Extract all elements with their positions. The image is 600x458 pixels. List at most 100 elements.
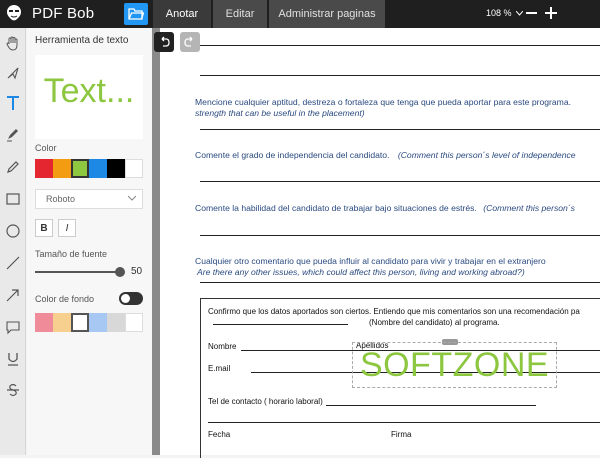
document-viewer: Mencione cualquier aptitud, destreza o f… <box>152 28 600 458</box>
rectangle-icon <box>6 193 20 205</box>
arrow-icon <box>6 289 19 302</box>
candidate-name-line <box>213 324 348 325</box>
font-size-value: 50 <box>131 266 143 277</box>
line-icon <box>6 256 20 270</box>
undo-icon <box>161 36 170 47</box>
tab-editar[interactable]: Editar <box>213 0 267 28</box>
bob-logo-icon <box>2 2 26 26</box>
highlighter-tool-button[interactable] <box>2 123 24 145</box>
question-1-en: strength that can be useful in the place… <box>195 108 365 118</box>
toggle-knob <box>121 294 130 303</box>
bold-button[interactable]: B <box>35 219 53 237</box>
line-tool-button[interactable] <box>2 252 24 274</box>
font-size-label: Tamaño de fuente <box>35 249 108 259</box>
answer-line <box>200 129 600 130</box>
select-arrow-icon <box>7 67 19 80</box>
bg-swatch-yellow[interactable] <box>53 313 71 332</box>
undo-button[interactable] <box>154 32 174 52</box>
zoom-level[interactable]: 108 % <box>486 8 524 18</box>
telefono-line <box>326 405 536 406</box>
answer-line <box>200 181 600 182</box>
color-swatch-red[interactable] <box>35 159 53 178</box>
preview-text: Text... <box>43 72 135 110</box>
background-color-swatches <box>35 313 143 332</box>
arrow-tool-button[interactable] <box>2 284 24 306</box>
email-label: E.mail <box>208 364 231 373</box>
question-3-es-text: Comente la habilidad del candidato de tr… <box>195 203 477 213</box>
answer-line <box>200 75 600 76</box>
italic-button[interactable]: I <box>58 219 76 237</box>
bg-swatch-gray[interactable] <box>107 313 125 332</box>
bg-swatch-blue[interactable] <box>89 313 107 332</box>
signature-line <box>208 422 600 423</box>
text-tool-panel: Herramienta de texto Text... Color Robot… <box>27 28 152 455</box>
question-2-es-text: Comente el grado de independencia del ca… <box>195 150 390 160</box>
comment-tool-button[interactable] <box>2 316 24 338</box>
color-swatch-orange[interactable] <box>53 159 71 178</box>
zoom-in-button[interactable] <box>545 7 557 19</box>
underline-icon <box>8 353 18 366</box>
redo-icon <box>184 36 193 47</box>
hand-tool-button[interactable] <box>2 32 24 54</box>
color-swatch-black[interactable] <box>107 159 125 178</box>
panel-title: Herramienta de texto <box>35 35 129 46</box>
background-color-toggle[interactable] <box>119 292 143 305</box>
font-size-slider-track[interactable] <box>35 271 121 273</box>
color-swatch-white[interactable] <box>125 159 143 178</box>
text-annotation-box[interactable]: SOFTZONE <box>352 342 557 388</box>
circle-icon <box>6 224 20 238</box>
font-family-select[interactable]: Roboto <box>35 189 143 209</box>
color-swatch-green[interactable] <box>71 159 89 178</box>
chevron-down-icon <box>515 10 524 16</box>
folder-open-icon <box>128 8 144 20</box>
annotation-toolbar <box>0 28 26 455</box>
select-tool-button[interactable] <box>2 62 24 84</box>
chevron-down-icon <box>128 195 136 201</box>
bg-swatch-pink[interactable] <box>35 313 53 332</box>
answer-line <box>200 282 600 283</box>
fecha-label: Fecha <box>208 430 231 439</box>
strikethrough-icon <box>7 383 19 397</box>
question-1-es: Mencione cualquier aptitud, destreza o f… <box>195 97 571 107</box>
bg-swatch-white-selected[interactable] <box>71 313 89 332</box>
color-swatch-blue[interactable] <box>89 159 107 178</box>
text-annotation[interactable]: SOFTZONE <box>353 346 556 385</box>
pencil-tool-button[interactable] <box>2 156 24 178</box>
question-2-en: (Comment this person´s level of independ… <box>397 150 576 160</box>
text-tool-button[interactable] <box>2 92 24 114</box>
question-3-en: (Comment this person´s <box>483 203 575 213</box>
pdf-page[interactable]: Mencione cualquier aptitud, destreza o f… <box>160 28 600 458</box>
tab-administrar-paginas[interactable]: Administrar paginas <box>269 0 385 28</box>
background-color-label: Color de fondo <box>35 294 95 304</box>
app-title: PDF Bob <box>32 5 95 22</box>
font-size-slider-thumb[interactable] <box>115 267 125 277</box>
text-preview: Text... <box>35 55 143 139</box>
zoom-out-button[interactable] <box>526 12 537 14</box>
pencil-icon <box>7 161 19 173</box>
circle-tool-button[interactable] <box>2 220 24 242</box>
nombre-label: Nombre <box>208 342 237 351</box>
font-family-value: Roboto <box>46 194 76 204</box>
tab-anotar[interactable]: Anotar <box>153 0 211 28</box>
title-bar: PDF Bob Anotar Editar Administrar pagina… <box>0 0 600 28</box>
question-3-es: Comente la habilidad del candidato de tr… <box>195 203 575 213</box>
question-2-es: Comente el grado de independencia del ca… <box>195 150 576 160</box>
candidate-name-caption: (Nombre del candidato) al programa. <box>369 318 500 327</box>
comment-icon <box>6 321 20 335</box>
rectangle-tool-button[interactable] <box>2 188 24 210</box>
color-label: Color <box>35 143 57 153</box>
answer-line <box>200 45 600 46</box>
text-color-swatches <box>35 159 143 178</box>
firma-label: Firma <box>391 430 412 439</box>
answer-line <box>200 235 600 236</box>
open-file-button[interactable] <box>124 3 148 25</box>
zoom-value: 108 % <box>486 8 512 18</box>
underline-tool-button[interactable] <box>2 348 24 370</box>
strikethrough-tool-button[interactable] <box>2 379 24 401</box>
confirm-statement: Confirmo que los datos aportados son cie… <box>208 307 580 316</box>
question-4-en: Are there any other issues, which could … <box>197 267 525 277</box>
bg-swatch-white[interactable] <box>125 313 143 332</box>
question-4-es: Cualquier otro comentario que pueda infl… <box>195 256 546 266</box>
redo-button[interactable] <box>180 32 200 52</box>
hand-icon <box>6 36 18 51</box>
